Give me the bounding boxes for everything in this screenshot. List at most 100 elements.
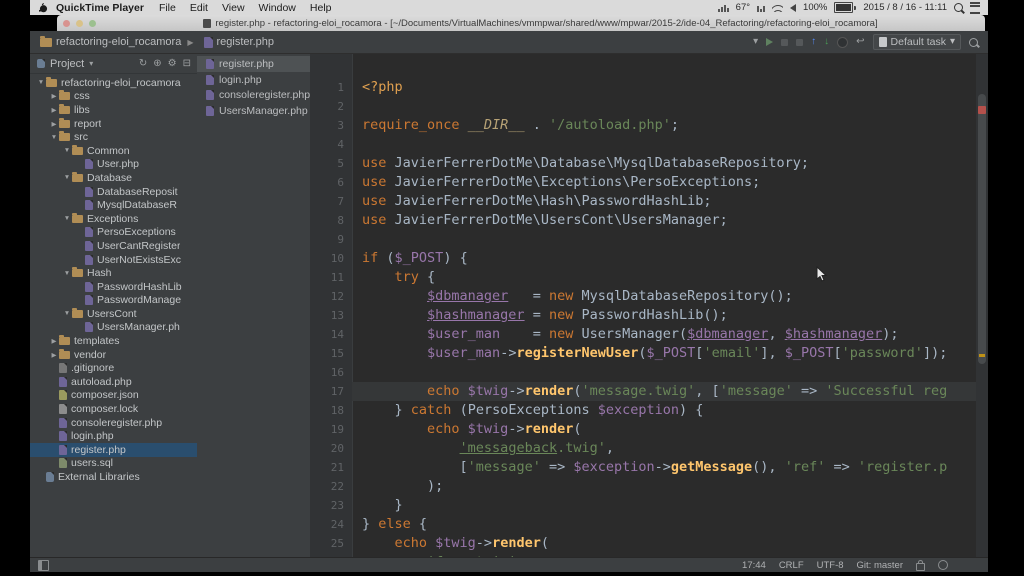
code-line-19[interactable]: 19 echo $twig->render(	[310, 420, 976, 439]
tree-right-arrow-icon[interactable]: ▶	[49, 120, 59, 128]
notification-center-icon[interactable]	[970, 2, 980, 14]
refresh-icon[interactable]: ↻	[139, 58, 147, 69]
breakpoint-mute-icon[interactable]	[837, 37, 848, 48]
window-titlebar[interactable]: register.php - refactoring-eloi_rocamora…	[57, 15, 985, 31]
spotlight-search-icon[interactable]	[954, 3, 963, 12]
menu-edit[interactable]: Edit	[183, 2, 215, 14]
code-line-6[interactable]: 6use JavierFerrerDotMe\Exceptions\PersoE…	[310, 173, 976, 192]
readonly-lock-icon[interactable]	[916, 563, 925, 571]
editor-tab-usersmanager-php[interactable]: UsersManager.php	[197, 103, 310, 119]
editor-tab-register-php[interactable]: register.php	[197, 56, 310, 72]
tree-item-consoleregister-php[interactable]: consoleregister.php	[30, 416, 197, 430]
code-line-7[interactable]: 7use JavierFerrerDotMe\Hash\PasswordHash…	[310, 192, 976, 211]
run-config-dropdown-icon[interactable]: ▾	[753, 37, 758, 47]
code-line-25[interactable]: 25 echo $twig->render(	[310, 534, 976, 553]
tree-right-arrow-icon[interactable]: ▶	[49, 337, 59, 345]
debug-button[interactable]	[781, 39, 788, 46]
editor-tab-consoleregister-php[interactable]: consoleregister.php	[197, 87, 310, 103]
tree-item-common[interactable]: ▼Common	[30, 144, 197, 158]
tree-item--gitignore[interactable]: .gitignore	[30, 361, 197, 375]
tree-right-arrow-icon[interactable]: ▶	[49, 106, 59, 114]
warning-stripe-mark[interactable]	[979, 354, 985, 357]
search-everywhere-icon[interactable]	[969, 38, 978, 47]
zoom-window-button[interactable]	[89, 20, 96, 27]
git-branch-label[interactable]: Git: master	[857, 560, 903, 571]
tree-item-database[interactable]: ▼Database	[30, 171, 197, 185]
run-button[interactable]	[766, 38, 773, 46]
line-ending-label[interactable]: CRLF	[779, 560, 804, 571]
tree-item-register-php[interactable]: register.php	[30, 443, 197, 457]
code-line-9[interactable]: 9	[310, 230, 976, 249]
tree-right-arrow-icon[interactable]: ▶	[49, 351, 59, 359]
code-line-17[interactable]: 17 echo $twig->render('message.twig', ['…	[310, 382, 976, 401]
stop-button[interactable]	[796, 39, 803, 46]
error-stripe-mark[interactable]	[978, 106, 986, 114]
tree-item-src[interactable]: ▼src	[30, 130, 197, 144]
tree-down-arrow-icon[interactable]: ▼	[62, 174, 72, 181]
code-line-10[interactable]: 10if ($_POST) {	[310, 249, 976, 268]
code-line-14[interactable]: 14 $user_man = new UsersManager($dbmanag…	[310, 325, 976, 344]
tree-down-arrow-icon[interactable]: ▼	[62, 270, 72, 277]
tree-item-css[interactable]: ▶css	[30, 90, 197, 104]
code-line-8[interactable]: 8use JavierFerrerDotMe\UsersCont\UsersMa…	[310, 211, 976, 230]
tree-item-templates[interactable]: ▶templates	[30, 334, 197, 348]
code-line-12[interactable]: 12 $dbmanager = new MysqlDatabaseReposit…	[310, 287, 976, 306]
tree-item-vendor[interactable]: ▶vendor	[30, 348, 197, 362]
editor-tab-login-php[interactable]: login.php	[197, 72, 310, 88]
menu-file[interactable]: File	[152, 2, 183, 14]
project-panel-header[interactable]: Project ▾ ↻ ⊕ ⚙ ⊟	[30, 54, 197, 74]
tree-item-report[interactable]: ▶report	[30, 117, 197, 131]
cpu-meter-icon[interactable]	[718, 4, 729, 12]
tree-item-persoexceptions[interactable]: PersoExceptions	[30, 226, 197, 240]
code-line-23[interactable]: 23 }	[310, 496, 976, 515]
tree-item-usercantregister[interactable]: UserCantRegister	[30, 239, 197, 253]
code-line-15[interactable]: 15 $user_man->registerNewUser($_POST['em…	[310, 344, 976, 363]
settings-gear-icon[interactable]: ⚙	[168, 58, 177, 69]
code-line-22[interactable]: 22 );	[310, 477, 976, 496]
breadcrumb-file[interactable]: register.php	[204, 36, 274, 48]
caret-position-label[interactable]: 17:44	[742, 560, 766, 571]
code-line-5[interactable]: 5use JavierFerrerDotMe\Database\MysqlDat…	[310, 154, 976, 173]
volume-icon[interactable]	[790, 4, 796, 12]
code-line-18[interactable]: 18 } catch (PersoExceptions $exception) …	[310, 401, 976, 420]
tree-item-databasereposit[interactable]: DatabaseReposit	[30, 185, 197, 199]
code-line-16[interactable]: 16	[310, 363, 976, 382]
menu-help[interactable]: Help	[303, 2, 339, 14]
tree-down-arrow-icon[interactable]: ▼	[36, 79, 46, 86]
project-view-dropdown-icon[interactable]: ▾	[89, 60, 93, 68]
close-window-button[interactable]	[63, 20, 70, 27]
highlighting-level-icon[interactable]	[938, 560, 948, 570]
apple-menu-icon[interactable]	[39, 3, 48, 13]
toolwindow-toggle-icon[interactable]	[38, 560, 49, 571]
editor-scrollbar[interactable]	[976, 54, 988, 558]
tree-item-mysqldatabaser[interactable]: MysqlDatabaseR	[30, 198, 197, 212]
tree-item-user-php[interactable]: User.php	[30, 158, 197, 172]
tree-item-autoload-php[interactable]: autoload.php	[30, 375, 197, 389]
code-line-4[interactable]: 4	[310, 135, 976, 154]
tree-item-exceptions[interactable]: ▼Exceptions	[30, 212, 197, 226]
tree-item-composer-lock[interactable]: composer.lock	[30, 402, 197, 416]
encoding-label[interactable]: UTF-8	[817, 560, 844, 571]
temperature-label[interactable]: 67°	[736, 2, 750, 13]
code-line-11[interactable]: 11 try {	[310, 268, 976, 287]
tree-item-passwordmanage[interactable]: PasswordManage	[30, 294, 197, 308]
tree-down-arrow-icon[interactable]: ▼	[49, 134, 59, 141]
network-meter-icon[interactable]	[757, 4, 765, 12]
code-line-2[interactable]: 2	[310, 97, 976, 116]
code-line-3[interactable]: 3require_once __DIR__ . '/autoload.php';	[310, 116, 976, 135]
tree-item-composer-json[interactable]: composer.json	[30, 389, 197, 403]
tree-item-refactoring-eloi-rocamora[interactable]: ▼refactoring-eloi_rocamora	[30, 76, 197, 90]
tree-item-login-php[interactable]: login.php	[30, 429, 197, 443]
menubar-app-name[interactable]: QuickTime Player	[54, 2, 152, 14]
tree-item-usersmanager-ph[interactable]: UsersManager.ph	[30, 321, 197, 335]
undo-icon[interactable]: ↩	[856, 37, 864, 47]
tree-down-arrow-icon[interactable]: ▼	[62, 310, 72, 317]
scrollbar-thumb[interactable]	[978, 94, 986, 364]
tree-item-users-sql[interactable]: users.sql	[30, 457, 197, 471]
tree-item-usernotexistsexc[interactable]: UserNotExistsExc	[30, 253, 197, 267]
collapse-all-icon[interactable]: ⊟	[183, 58, 191, 69]
tree-down-arrow-icon[interactable]: ▼	[62, 147, 72, 154]
clock-label[interactable]: 2015 / 8 / 16 - 11:11	[863, 2, 947, 13]
tree-item-userscont[interactable]: ▼UsersCont	[30, 307, 197, 321]
tree-right-arrow-icon[interactable]: ▶	[49, 92, 59, 100]
